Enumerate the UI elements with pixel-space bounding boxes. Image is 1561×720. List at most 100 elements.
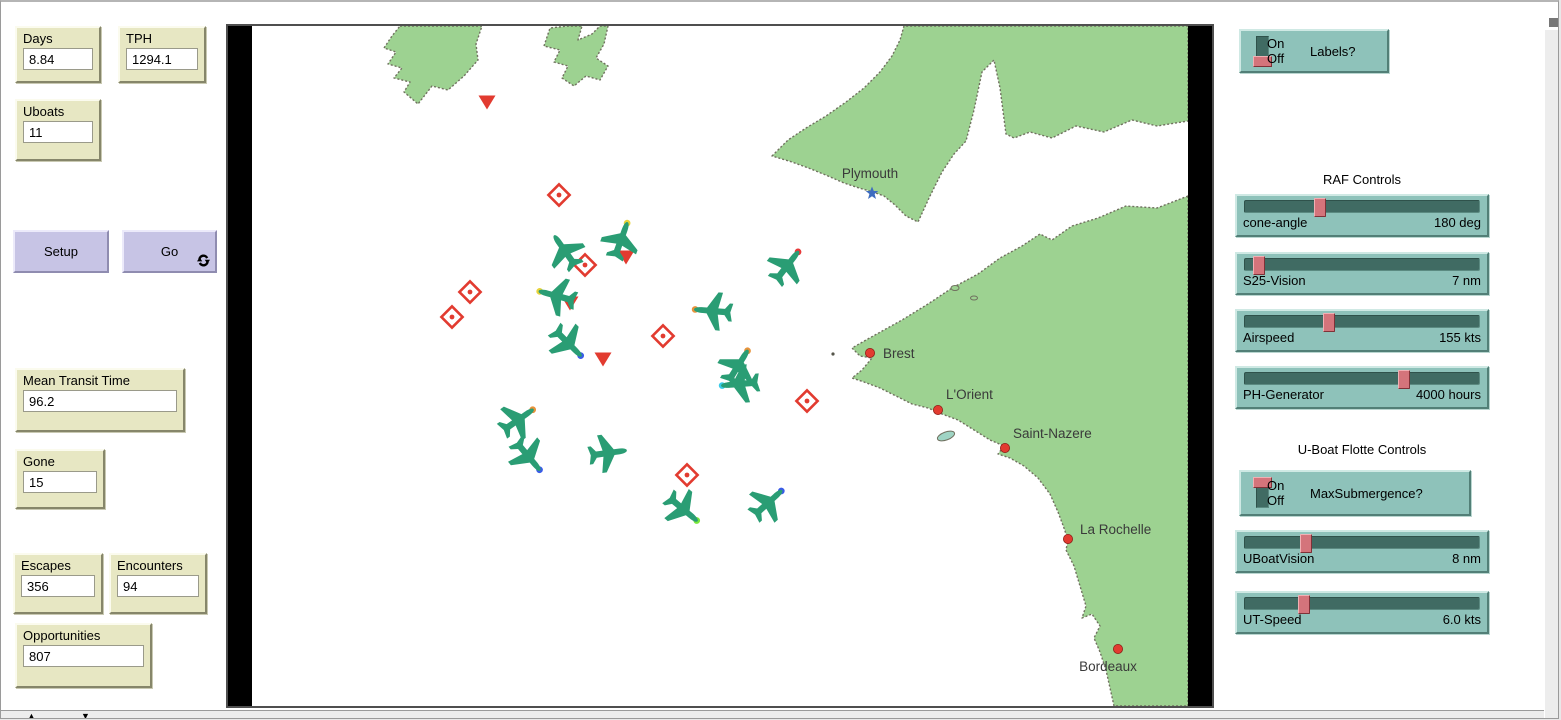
slider-ph-generator[interactable]: PH-Generator 4000 hours [1235,366,1489,409]
slider-track[interactable] [1244,200,1480,213]
scroll-up-arrow-icon[interactable]: ▲ [27,711,36,719]
slider-airspeed[interactable]: Airspeed 155 kts [1235,309,1489,352]
city-dot-icon [1000,443,1009,452]
slider-s25-vision[interactable]: S25-Vision 7 nm [1235,252,1489,295]
switch-label: MaxSubmergence? [1310,486,1423,501]
city-dot-icon [865,348,874,357]
city-label: Brest [883,346,915,361]
monitor-days: Days 8.84 [15,26,101,83]
slider-value: 6.0 kts [1443,612,1481,627]
app-window: Days 8.84 TPH 1294.1 Uboats 11 Setup Go … [0,0,1559,719]
monitor-label: Uboats [23,104,93,119]
diamond-dot-icon [468,290,473,295]
slider-value: 7 nm [1452,273,1481,288]
city-dot-icon [933,405,942,414]
monitor-gone: Gone 15 [15,449,105,509]
slider-label: UT-Speed [1243,612,1302,627]
city-label: L'Orient [946,387,993,402]
slider-track[interactable] [1244,372,1480,385]
slider-value: 155 kts [1439,330,1481,345]
city-label: Bordeaux [1079,659,1137,674]
slider-value: 180 deg [1434,215,1481,230]
diamond-dot-icon [450,315,455,320]
slider-label: UBoatVision [1243,551,1314,566]
slider-uboatvision[interactable]: UBoatVision 8 nm [1235,530,1489,573]
slider-handle[interactable] [1398,370,1410,389]
slider-handle[interactable] [1300,534,1312,553]
slider-track[interactable] [1244,597,1480,610]
city-dot-icon [1063,534,1072,543]
diamond-dot-icon [685,473,690,478]
slider-label: Airspeed [1243,330,1294,345]
slider-cone-angle[interactable]: cone-angle 180 deg [1235,194,1489,237]
scroll-nub[interactable] [1549,18,1558,27]
diamond-dot-icon [805,399,810,404]
slider-track[interactable] [1244,258,1480,271]
switch-maxsubmergence[interactable]: On Off MaxSubmergence? [1239,470,1471,516]
monitor-value: 1294.1 [126,48,198,70]
monitor-uboats: Uboats 11 [15,99,101,161]
uboat-controls-title: U-Boat Flotte Controls [1235,442,1489,457]
monitor-label: TPH [126,31,198,46]
slider-value: 8 nm [1452,551,1481,566]
slider-handle[interactable] [1298,595,1310,614]
city-label: Plymouth [842,166,898,181]
switch-off-label: Off [1267,493,1284,508]
world-edge-left [228,26,252,706]
slider-label: PH-Generator [1243,387,1324,402]
map-canvas[interactable]: Plymouth Brest L'Orient Saint-Nazere La Roch… [252,26,1188,706]
raf-controls-title: RAF Controls [1235,172,1489,187]
switch-toggle[interactable]: On Off [1248,477,1282,509]
switch-off-label: Off [1267,51,1284,66]
monitor-label: Days [23,31,93,46]
go-button[interactable]: Go [122,230,217,273]
switch-toggle[interactable]: On Off [1248,35,1282,67]
rock [831,352,834,355]
diamond-dot-icon [583,263,588,268]
monitor-escapes: Escapes 356 [13,553,103,614]
monitor-label: Gone [23,454,97,469]
city-label: La Rochelle [1080,522,1151,537]
switch-labels[interactable]: On Off Labels? [1239,29,1389,73]
monitor-value: 94 [117,575,199,597]
scroll-down-arrow-icon[interactable]: ▼ [81,711,90,719]
slider-handle[interactable] [1314,198,1326,217]
monitor-label: Encounters [117,558,199,573]
island [971,296,978,300]
monitor-mean-transit-time: Mean Transit Time 96.2 [15,368,185,432]
diamond-dot-icon [661,334,666,339]
switch-on-label: On [1267,478,1284,493]
switch-on-label: On [1267,36,1284,51]
forever-icon [197,254,210,267]
slider-value: 4000 hours [1416,387,1481,402]
monitor-value: 96.2 [23,390,177,412]
vertical-scrollbar[interactable] [1545,30,1559,719]
world-view[interactable]: Plymouth Brest L'Orient Saint-Nazere La Roch… [226,24,1214,708]
monitor-label: Escapes [21,558,95,573]
slider-track[interactable] [1244,315,1480,328]
island [951,286,959,291]
world-edge-right [1188,26,1212,706]
monitor-opportunities: Opportunities 807 [15,623,152,688]
slider-ut-speed[interactable]: UT-Speed 6.0 kts [1235,591,1489,634]
slider-handle[interactable] [1323,313,1335,332]
go-button-label: Go [161,244,178,259]
monitor-value: 356 [21,575,95,597]
diamond-dot-icon [557,193,562,198]
setup-button[interactable]: Setup [13,230,109,273]
monitor-value: 807 [23,645,144,667]
monitor-value: 11 [23,121,93,143]
monitor-value: 15 [23,471,97,493]
slider-label: cone-angle [1243,215,1307,230]
bottom-scroll-strip[interactable]: ▲ ▼ [1,710,1544,719]
slider-track[interactable] [1244,536,1480,549]
monitor-label: Mean Transit Time [23,373,177,388]
slider-handle[interactable] [1253,256,1265,275]
switch-label: Labels? [1310,44,1356,59]
city-label: Saint-Nazere [1013,426,1092,441]
monitor-value: 8.84 [23,48,93,70]
monitor-encounters: Encounters 94 [109,553,207,614]
monitor-tph: TPH 1294.1 [118,26,206,83]
slider-label: S25-Vision [1243,273,1306,288]
monitor-label: Opportunities [23,628,144,643]
